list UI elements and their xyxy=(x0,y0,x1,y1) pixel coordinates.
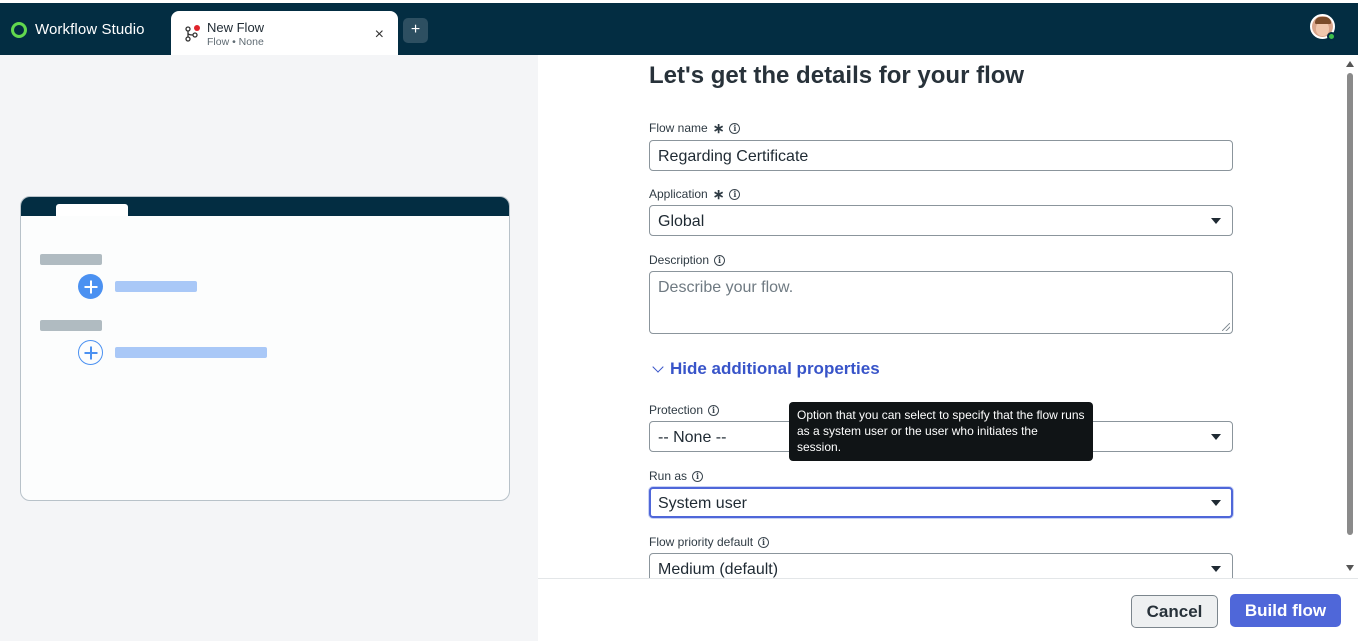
avatar-hair xyxy=(1315,17,1331,24)
scroll-down-icon[interactable] xyxy=(1346,565,1354,571)
tab-title: New Flow xyxy=(207,20,265,35)
illustration-pane xyxy=(0,55,538,641)
flow-priority-select[interactable]: Medium (default) xyxy=(649,553,1233,578)
close-tab-icon[interactable]: × xyxy=(375,27,384,43)
flow-priority-value: Medium (default) xyxy=(658,561,779,578)
info-icon[interactable]: i xyxy=(729,122,741,134)
brand[interactable]: Workflow Studio xyxy=(11,21,145,38)
form-footer: Cancel Build flow xyxy=(538,578,1358,641)
flow-name-input[interactable]: Regarding Certificate xyxy=(649,140,1233,171)
tab-subtitle: Flow • None xyxy=(207,36,264,48)
online-status-icon xyxy=(1327,32,1336,41)
build-flow-button[interactable]: Build flow xyxy=(1230,594,1341,627)
hide-additional-properties-link[interactable]: Hide additional properties xyxy=(651,359,880,379)
app-title: Workflow Studio xyxy=(35,21,145,38)
add-trigger-illustration-icon xyxy=(78,274,103,299)
protection-label: Protection i xyxy=(649,403,720,417)
description-label: Description i xyxy=(649,253,726,267)
run-as-label-text: Run as xyxy=(649,469,688,483)
run-as-select[interactable]: System user xyxy=(649,487,1233,518)
illustration-tab xyxy=(56,204,128,216)
info-icon[interactable]: i xyxy=(729,188,741,200)
page-title: Let's get the details for your flow xyxy=(649,62,1025,89)
illustration-trigger-line xyxy=(115,281,197,292)
flow-priority-label-text: Flow priority default xyxy=(649,535,754,549)
chevron-down-icon xyxy=(652,361,664,373)
application-label: Application ∗ i xyxy=(649,186,741,202)
illustration-action-line xyxy=(115,347,267,358)
toggle-link-label: Hide additional properties xyxy=(670,359,880,378)
scrollbar-thumb[interactable] xyxy=(1347,73,1353,535)
flow-name-value: Regarding Certificate xyxy=(658,148,809,165)
required-asterisk-icon: ∗ xyxy=(712,186,725,202)
required-asterisk-icon: ∗ xyxy=(712,120,725,136)
illustration-action-bar xyxy=(40,320,102,331)
description-label-text: Description xyxy=(649,253,710,267)
illustration-header xyxy=(21,197,509,216)
tab-new-flow[interactable]: New Flow Flow • None × xyxy=(171,11,398,58)
flow-illustration xyxy=(20,196,510,501)
flow-priority-label: Flow priority default i xyxy=(649,535,770,549)
top-bar: Workflow Studio New Flow Flow • None × + xyxy=(0,3,1358,58)
run-as-label: Run as i xyxy=(649,469,704,483)
flow-name-label: Flow name ∗ i xyxy=(649,120,741,136)
info-icon[interactable]: i xyxy=(714,254,726,266)
application-label-text: Application xyxy=(649,187,708,201)
caret-down-icon xyxy=(1211,218,1221,224)
flow-name-label-text: Flow name xyxy=(649,121,708,135)
protection-label-text: Protection xyxy=(649,403,704,417)
resize-handle-icon[interactable] xyxy=(1222,323,1230,331)
run-as-info-icon[interactable]: i xyxy=(692,470,704,482)
application-value: Global xyxy=(658,213,705,230)
form-scrollbar[interactable] xyxy=(1343,55,1358,578)
caret-down-icon xyxy=(1211,566,1221,572)
add-action-illustration-icon xyxy=(78,340,103,365)
unsaved-indicator-icon xyxy=(194,25,200,31)
cancel-button[interactable]: Cancel xyxy=(1131,595,1218,628)
workflow-studio-logo-icon xyxy=(11,21,27,38)
description-placeholder: Describe your flow. xyxy=(658,279,794,296)
caret-down-icon xyxy=(1211,500,1221,506)
illustration-trigger-bar xyxy=(40,254,102,265)
info-icon[interactable]: i xyxy=(758,536,770,548)
add-tab-button[interactable]: + xyxy=(403,18,428,43)
application-select[interactable]: Global xyxy=(649,205,1233,236)
scroll-up-icon[interactable] xyxy=(1346,61,1354,67)
run-as-value: System user xyxy=(658,495,747,512)
description-textarea[interactable]: Describe your flow. xyxy=(649,271,1233,334)
flow-details-form: Let's get the details for your flow Flow… xyxy=(538,55,1358,578)
protection-value: -- None -- xyxy=(658,429,727,446)
run-as-tooltip: Option that you can select to specify th… xyxy=(789,402,1093,461)
caret-down-icon xyxy=(1211,434,1221,440)
info-icon[interactable]: i xyxy=(708,404,720,416)
